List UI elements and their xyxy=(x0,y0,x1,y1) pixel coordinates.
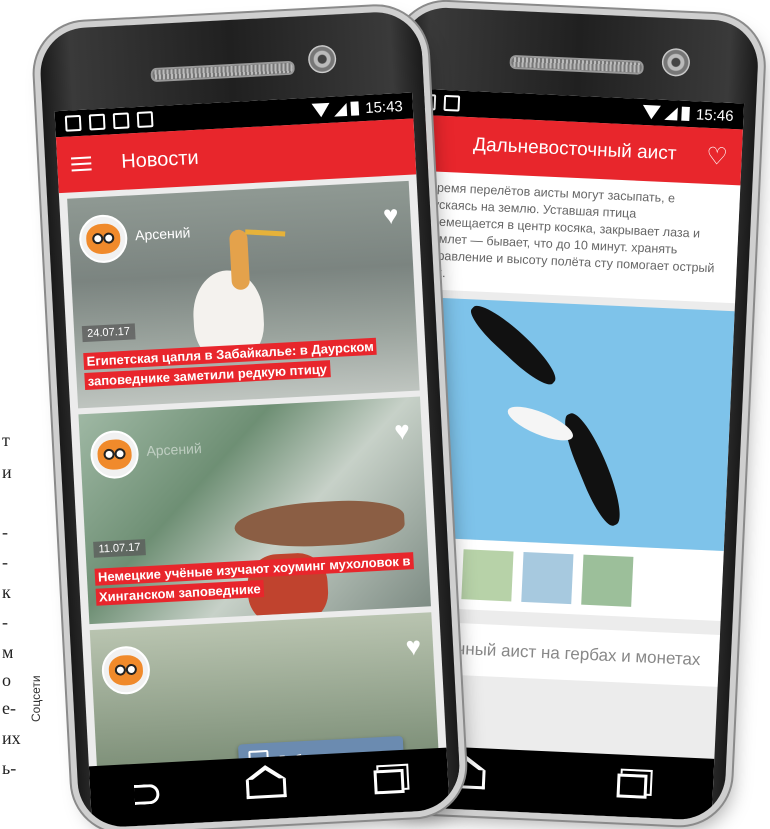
page-title: Дальневосточный аист xyxy=(472,134,677,165)
background-article-text: т и - - к - м о е- их ь- xyxy=(0,0,40,792)
bg-line: к xyxy=(2,582,11,602)
stork-wing xyxy=(464,297,564,392)
bg-line: - xyxy=(2,552,8,572)
phone-left: 15:43 Новости Арсений ♥ 24.07.17 Египетс… xyxy=(38,10,462,829)
heart-icon[interactable]: ♥ xyxy=(405,631,422,662)
news-card[interactable]: Арсений ♥ 11.07.17 Немецкие учёные изуча… xyxy=(78,396,431,625)
back-icon[interactable] xyxy=(133,783,160,806)
bg-line: - xyxy=(2,522,8,542)
bg-line: е- xyxy=(2,698,16,718)
hamburger-menu-icon[interactable] xyxy=(70,156,92,172)
recent-apps-icon[interactable] xyxy=(373,768,405,795)
status-time: 15:43 xyxy=(364,97,404,117)
page-title: Новости xyxy=(120,146,200,173)
notification-icon xyxy=(443,94,461,112)
notification-icon xyxy=(112,112,130,130)
notification-icon xyxy=(64,114,82,132)
news-date: 24.07.17 xyxy=(81,323,136,343)
wifi-icon xyxy=(311,102,331,118)
heart-outline-icon[interactable]: ♡ xyxy=(706,141,729,171)
heart-icon[interactable]: ♥ xyxy=(382,199,399,230)
thumbnail[interactable] xyxy=(581,554,634,607)
stork-wing xyxy=(557,408,630,530)
speaker-grille xyxy=(509,54,644,75)
flycatcher-image xyxy=(233,497,406,551)
signal-icon xyxy=(664,106,679,120)
battery-icon xyxy=(350,101,360,116)
author-name: Арсений xyxy=(146,440,203,459)
news-headline: Немецкие учёные изучают хоуминг мухолово… xyxy=(94,551,422,608)
bg-line: их xyxy=(2,728,21,748)
bg-line: м xyxy=(2,642,14,662)
wifi-icon xyxy=(642,104,662,120)
speaker-grille xyxy=(150,60,295,83)
bg-line: о xyxy=(2,670,11,690)
signal-icon xyxy=(333,102,348,117)
headline-text: Египетская цапля в Забайкалье: в Даурско… xyxy=(83,337,378,391)
thumbnail[interactable] xyxy=(521,551,574,605)
screen-news: 15:43 Новости Арсений ♥ 24.07.17 Египетс… xyxy=(54,92,450,829)
heart-icon[interactable]: ♥ xyxy=(394,415,411,446)
egret-beak xyxy=(245,229,286,237)
tiger-avatar-icon xyxy=(85,223,122,255)
bg-line: - xyxy=(2,612,8,632)
camera-icon xyxy=(661,47,691,77)
bg-line: т xyxy=(2,430,10,450)
tiger-avatar-icon xyxy=(96,438,133,471)
avatar[interactable] xyxy=(89,429,140,480)
notification-icon xyxy=(136,111,154,128)
article-text: о время перелётов аисты могут засыпать, … xyxy=(401,170,741,304)
avatar[interactable] xyxy=(78,213,129,265)
notification-icon xyxy=(88,113,106,131)
home-icon[interactable] xyxy=(246,777,288,799)
tiger-avatar-icon xyxy=(108,654,144,687)
avatar[interactable] xyxy=(100,645,152,696)
bg-line: и xyxy=(2,462,12,482)
egret-neck xyxy=(229,229,251,291)
recent-apps-icon[interactable] xyxy=(616,773,648,799)
author-name: Арсений xyxy=(134,224,191,244)
news-card[interactable]: Арсений ♥ 24.07.17 Египетская цапля в За… xyxy=(67,180,420,409)
camera-icon xyxy=(307,44,337,74)
status-time: 15:46 xyxy=(695,105,734,125)
news-date: 11.07.17 xyxy=(93,539,146,558)
headline-text: Немецкие учёные изучают хоуминг мухолово… xyxy=(94,552,414,606)
side-caption: Соцсети xyxy=(29,675,43,722)
thumbnail[interactable] xyxy=(461,549,514,602)
battery-icon xyxy=(681,106,691,122)
bg-line: ь- xyxy=(2,758,17,778)
news-headline: Египетская цапля в Забайкалье: в Даурско… xyxy=(83,335,411,392)
